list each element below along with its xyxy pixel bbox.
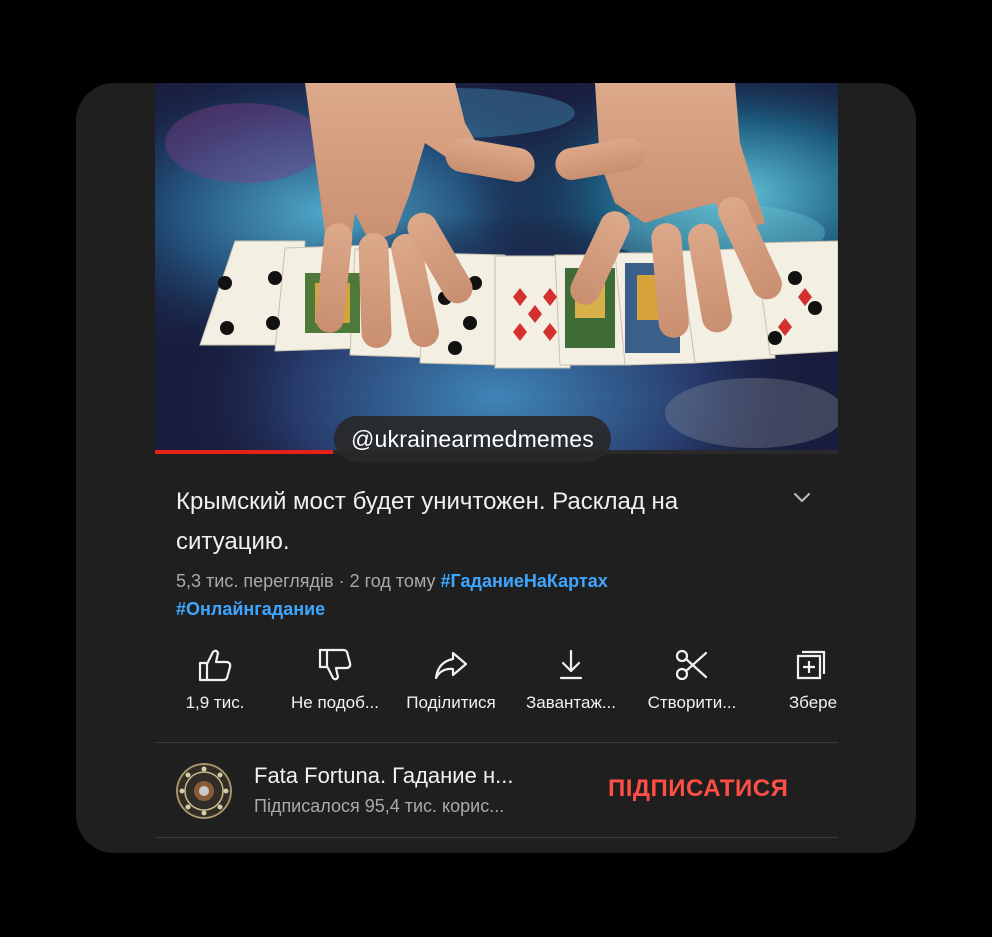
- view-count: 5,3 тис. переглядів: [176, 571, 334, 591]
- share-label: Поділитися: [406, 693, 496, 712]
- zodiac-wheel-logo: [176, 763, 232, 819]
- save-playlist-icon: [796, 650, 826, 680]
- dislike-label: Не подоб...: [290, 693, 380, 712]
- download-icon: [559, 649, 583, 680]
- thumbs-down-icon: [318, 648, 352, 681]
- thumbs-up-icon: [198, 649, 232, 682]
- divider: [155, 742, 838, 743]
- like-button[interactable]: 1,9 тис.: [155, 643, 275, 723]
- video-card: @ukrainearmedmemes Крымский мост будет у…: [76, 83, 916, 853]
- dislike-button[interactable]: Не подоб...: [275, 643, 395, 723]
- video-meta: 5,3 тис. переглядів · 2 год тому #Гадани…: [176, 567, 796, 623]
- action-bar: 1,9 тис. Не подоб... Поділитися Завантаж…: [155, 643, 838, 723]
- watermark-label: @ukrainearmedmemes: [334, 416, 611, 462]
- hashtag-link[interactable]: #Онлайнгадание: [176, 599, 325, 619]
- save-button[interactable]: Збере: [753, 643, 838, 723]
- hashtag-link[interactable]: #ГаданиеНаКартах: [441, 571, 608, 591]
- save-label: Збере: [788, 693, 838, 712]
- download-label: Завантаж...: [526, 693, 616, 712]
- thumbnail-image: [155, 83, 838, 453]
- clip-label: Створити...: [647, 693, 737, 712]
- clip-button[interactable]: Створити...: [632, 643, 752, 723]
- video-title[interactable]: Крымский мост будет уничтожен. Расклад н…: [176, 482, 776, 562]
- download-button[interactable]: Завантаж...: [511, 643, 631, 723]
- video-progress-fill: [155, 450, 333, 454]
- channel-subscriber-count: Підписалося 95,4 тис. корис...: [254, 796, 505, 816]
- upload-age: 2 год тому: [349, 571, 436, 591]
- like-count: 1,9 тис.: [185, 693, 245, 712]
- meta-separator: ·: [333, 571, 350, 591]
- scissors-icon: [675, 649, 708, 681]
- channel-avatar[interactable]: [176, 763, 232, 819]
- share-button[interactable]: Поділитися: [391, 643, 511, 723]
- chevron-down-icon[interactable]: [790, 488, 814, 508]
- video-thumbnail[interactable]: [155, 83, 838, 453]
- divider: [155, 837, 838, 838]
- channel-name[interactable]: Fata Fortuna. Гадание н...: [254, 763, 513, 789]
- subscribe-button[interactable]: ПІДПИСАТИСЯ: [608, 775, 788, 803]
- share-icon: [434, 651, 468, 680]
